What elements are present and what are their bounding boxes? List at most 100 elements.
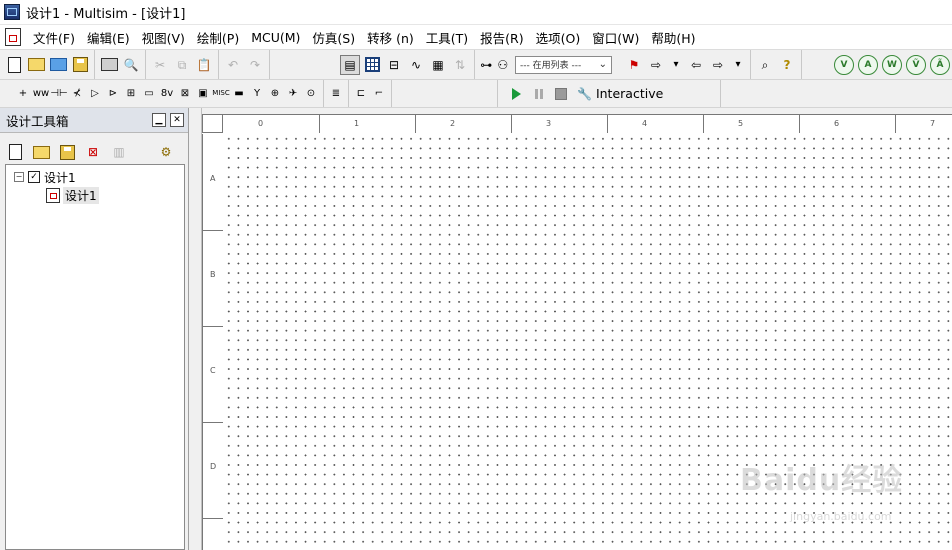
current-probe-button[interactable]: A	[858, 54, 878, 75]
menu-mcu[interactable]: MCU(M)	[245, 30, 306, 45]
pause-simulation-icon[interactable]	[535, 88, 543, 99]
panel-open-button[interactable]	[31, 142, 51, 162]
open-folder-icon	[27, 58, 45, 71]
open-button[interactable]	[26, 55, 46, 75]
electrical-rules-check-button[interactable]: ⚑	[624, 55, 644, 75]
panel-new-button[interactable]	[5, 142, 25, 162]
menu-reports[interactable]: 报告(R)	[474, 28, 529, 47]
tree-child-row[interactable]: 设计1	[46, 186, 99, 204]
ruler-tick	[203, 422, 223, 423]
place-bus-button[interactable]: ⌐	[371, 84, 387, 104]
place-analog-button[interactable]: ▷	[87, 84, 103, 104]
find-button[interactable]: ⌕	[755, 55, 775, 75]
place-source-button[interactable]: +	[15, 84, 31, 104]
erc-button[interactable]: ⇅	[450, 55, 470, 75]
menu-place[interactable]: 绘制(P)	[191, 28, 245, 47]
panel-close-design-button[interactable]: ⊠	[83, 142, 103, 162]
design-toolbox-panel: 设计工具箱 ▁ ✕ ⊠ ▥ ⚙ − ✓ 设计1 设计1	[0, 108, 189, 550]
design-toolbox-toggle[interactable]: ▤	[340, 54, 360, 75]
component-wizard-button[interactable]: ⚇	[496, 55, 511, 75]
place-mixed-button[interactable]: 8v	[159, 84, 175, 104]
place-diode-button[interactable]: ⊣⊢	[50, 84, 67, 104]
run-simulation-icon[interactable]	[512, 87, 521, 100]
collapse-icon[interactable]: −	[14, 172, 24, 182]
menu-file[interactable]: 文件(F)	[27, 28, 81, 47]
spreadsheet-icon	[364, 57, 380, 72]
tree-root-row[interactable]: − ✓ 设计1	[14, 169, 76, 185]
simulation-mode-button[interactable]: 🔧 Interactive	[577, 86, 663, 101]
place-power-button[interactable]: ⊠	[177, 84, 193, 104]
settings-icon: ⚙	[160, 145, 172, 159]
ruler-col-2: 2	[450, 119, 456, 128]
transfer-to-ultiboard-button[interactable]: ⇨	[646, 55, 666, 75]
print-button[interactable]	[99, 55, 119, 75]
place-transistor-button[interactable]: ⊀	[69, 84, 85, 104]
place-advanced-peripherals-button[interactable]: ▬	[231, 84, 247, 104]
place-basic-button[interactable]: ww	[33, 84, 49, 104]
place-electromechanical-button[interactable]: ⊕	[267, 84, 283, 104]
menu-transfer[interactable]: 转移 (n)	[361, 28, 420, 47]
place-mcu-button[interactable]: ≣	[328, 84, 344, 104]
diff-current-probe-button[interactable]: Ã	[930, 54, 950, 75]
postprocessor-button[interactable]: ▦	[428, 55, 448, 75]
ruler-col-5: 5	[738, 119, 744, 128]
help-button[interactable]: ?	[777, 55, 797, 75]
dropdown-arrow-icon: ▾	[735, 58, 741, 70]
menu-tools[interactable]: 工具(T)	[420, 28, 474, 47]
menu-simulate[interactable]: 仿真(S)	[306, 28, 361, 47]
place-ni-component-button[interactable]: ✈	[285, 84, 301, 104]
panel-settings-button[interactable]: ⚙	[156, 142, 176, 162]
new-file-button[interactable]	[4, 55, 24, 75]
grapher-icon: ∿	[410, 57, 422, 72]
place-misc-button[interactable]: MISC	[212, 84, 229, 104]
panel-rename-button[interactable]: ▥	[109, 142, 129, 162]
place-ttl-button[interactable]: ⊳	[105, 84, 121, 104]
copy-button[interactable]: ⧉	[172, 55, 192, 75]
design-toolbox-icon: ▤	[344, 57, 356, 72]
redo-button[interactable]: ↷	[245, 55, 265, 75]
components-toolbar: + ww ⊣⊢ ⊀ ▷ ⊳ ⊞ ▭ 8v ⊠ ▣ MISC ▬ Y ⊕ ✈ ⊙ …	[0, 80, 952, 108]
menu-options[interactable]: 选项(O)	[530, 28, 587, 47]
place-cmos-button[interactable]: ⊞	[123, 84, 139, 104]
place-connector-button[interactable]: ⊙	[303, 84, 319, 104]
window-title: 设计1 - Multisim - [设计1]	[26, 6, 186, 22]
panel-minimize-button[interactable]: ▁	[152, 113, 166, 127]
menu-view[interactable]: 视图(V)	[136, 28, 191, 47]
spreadsheet-toggle[interactable]	[362, 55, 382, 75]
panel-close-button[interactable]: ✕	[170, 113, 184, 127]
undo-icon: ↶	[227, 57, 239, 72]
place-indicator-button[interactable]: ▣	[195, 84, 211, 104]
forward-annotate-button[interactable]: ⇨	[708, 55, 728, 75]
stop-simulation-icon[interactable]	[555, 87, 567, 100]
parent-sheet-button[interactable]: ⊶	[479, 55, 494, 75]
panel-save-button[interactable]	[57, 142, 77, 162]
in-use-list-select[interactable]: --- 在用列表 --- ⌄	[515, 55, 612, 74]
document-icon[interactable]	[5, 28, 21, 46]
save-button[interactable]	[70, 55, 90, 75]
menu-edit[interactable]: 编辑(E)	[81, 28, 136, 47]
power-probe-button[interactable]: W	[882, 54, 902, 75]
database-manager-button[interactable]: ⊟	[384, 55, 404, 75]
grapher-button[interactable]: ∿	[406, 55, 426, 75]
save-icon	[72, 57, 88, 72]
menu-window[interactable]: 窗口(W)	[586, 28, 645, 47]
postprocessor-icon: ▦	[432, 57, 444, 72]
place-hierarchical-block-button[interactable]: ⊏	[353, 84, 369, 104]
diff-voltage-probe-button[interactable]: Ṽ	[906, 54, 926, 75]
menu-help[interactable]: 帮助(H)	[645, 28, 701, 47]
undo-button[interactable]: ↶	[223, 55, 243, 75]
place-misc-digital-button[interactable]: ▭	[141, 84, 157, 104]
open-sample-button[interactable]	[48, 55, 68, 75]
transfer-dropdown[interactable]: ▾	[668, 55, 684, 75]
print-preview-icon: 🔍	[123, 57, 139, 72]
voltage-probe-button[interactable]: V	[834, 54, 854, 75]
title-bar: 设计1 - Multisim - [设计1]	[0, 0, 952, 25]
place-rf-button[interactable]: Y	[249, 84, 265, 104]
print-preview-button[interactable]: 🔍	[121, 55, 141, 75]
cut-button[interactable]: ✂	[150, 55, 170, 75]
help-toolbar-group: ⌕ ?	[751, 50, 802, 79]
backannotate-button[interactable]: ⇦	[686, 55, 706, 75]
paste-button[interactable]: 📋	[194, 55, 214, 75]
annotate-dropdown[interactable]: ▾	[730, 55, 746, 75]
simulation-mode-label: Interactive	[595, 86, 664, 101]
